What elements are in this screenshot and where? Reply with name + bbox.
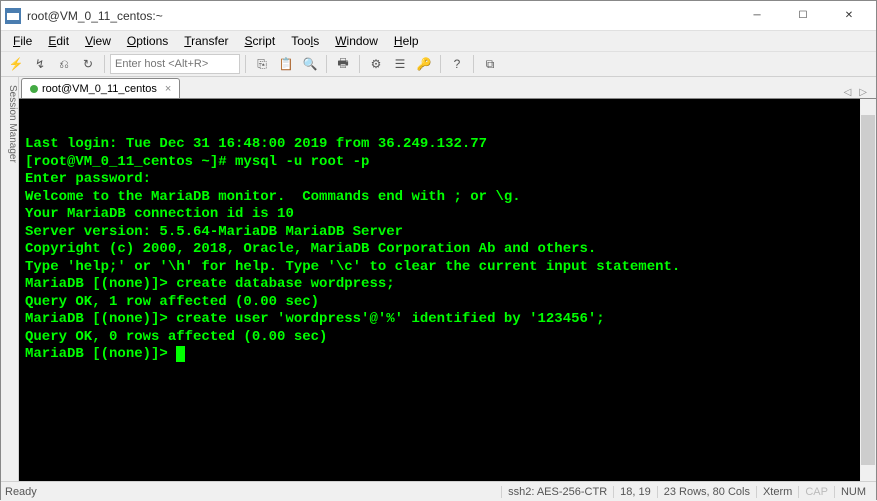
menubar: File Edit View Options Transfer Script T… bbox=[1, 31, 876, 51]
session-tab[interactable]: root@VM_0_11_centos × bbox=[21, 78, 180, 98]
status-ready: Ready bbox=[5, 486, 501, 498]
terminal[interactable]: Last login: Tue Dec 31 16:48:00 2019 fro… bbox=[19, 99, 876, 481]
separator bbox=[245, 55, 246, 73]
terminal-line: Your MariaDB connection id is 10 bbox=[25, 206, 870, 224]
tab-close-icon[interactable]: × bbox=[165, 83, 171, 95]
separator bbox=[104, 55, 105, 73]
tabbar: root@VM_0_11_centos × ◁ ▷ bbox=[19, 77, 876, 99]
status-position: 18, 19 bbox=[613, 486, 657, 498]
terminal-line: Query OK, 0 rows affected (0.00 sec) bbox=[25, 329, 870, 347]
separator bbox=[440, 55, 441, 73]
connect-icon[interactable]: ⚡ bbox=[5, 53, 27, 75]
terminal-line: Type 'help;' or '\h' for help. Type '\c'… bbox=[25, 259, 870, 277]
scrollbar-thumb[interactable] bbox=[861, 115, 875, 465]
close-button[interactable]: ✕ bbox=[826, 1, 872, 31]
minimize-button[interactable]: ─ bbox=[734, 1, 780, 31]
menu-tools[interactable]: Tools bbox=[283, 32, 327, 50]
session-manager-panel[interactable]: Session Manager bbox=[1, 77, 19, 481]
connected-indicator-icon bbox=[30, 85, 38, 93]
tab-label: root@VM_0_11_centos bbox=[42, 83, 157, 95]
tab-next-icon[interactable]: ▷ bbox=[856, 87, 870, 98]
disconnect-icon[interactable]: ⎌ bbox=[53, 53, 75, 75]
window-title: root@VM_0_11_centos:~ bbox=[27, 9, 734, 23]
maximize-button[interactable]: ☐ bbox=[780, 1, 826, 31]
print-icon[interactable]: 🖶 bbox=[332, 53, 354, 75]
status-caps: CAP bbox=[798, 486, 834, 498]
session-options-icon[interactable]: ☰ bbox=[389, 53, 411, 75]
menu-options[interactable]: Options bbox=[119, 32, 176, 50]
menu-transfer[interactable]: Transfer bbox=[176, 32, 236, 50]
help-icon[interactable]: ? bbox=[446, 53, 468, 75]
menu-help[interactable]: Help bbox=[386, 32, 427, 50]
status-term: Xterm bbox=[756, 486, 798, 498]
reconnect-icon[interactable]: ↻ bbox=[77, 53, 99, 75]
find-icon[interactable]: 🔍 bbox=[299, 53, 321, 75]
key-icon[interactable]: 🔑 bbox=[413, 53, 435, 75]
new-session-icon[interactable]: ⧉ bbox=[479, 53, 501, 75]
terminal-line: [root@VM_0_11_centos ~]# mysql -u root -… bbox=[25, 154, 870, 172]
terminal-line: Enter password: bbox=[25, 171, 870, 189]
settings-icon[interactable]: ⚙ bbox=[365, 53, 387, 75]
terminal-line: MariaDB [(none)]> create database wordpr… bbox=[25, 276, 870, 294]
terminal-line: MariaDB [(none)]> bbox=[25, 346, 870, 364]
separator bbox=[326, 55, 327, 73]
host-input[interactable] bbox=[110, 54, 240, 74]
scrollbar[interactable] bbox=[860, 99, 876, 481]
cursor bbox=[176, 346, 185, 362]
terminal-line: Server version: 5.5.64-MariaDB MariaDB S… bbox=[25, 224, 870, 242]
status-cipher: ssh2: AES-256-CTR bbox=[501, 486, 613, 498]
separator bbox=[473, 55, 474, 73]
toolbar: ⚡ ↯ ⎌ ↻ ⎘ 📋 🔍 🖶 ⚙ ☰ 🔑 ? ⧉ bbox=[1, 51, 876, 77]
separator bbox=[359, 55, 360, 73]
menu-script[interactable]: Script bbox=[237, 32, 284, 50]
status-num: NUM bbox=[834, 486, 872, 498]
menu-view[interactable]: View bbox=[77, 32, 119, 50]
menu-window[interactable]: Window bbox=[327, 32, 386, 50]
terminal-line: MariaDB [(none)]> create user 'wordpress… bbox=[25, 311, 870, 329]
menu-file[interactable]: File bbox=[5, 32, 40, 50]
tab-prev-icon[interactable]: ◁ bbox=[841, 87, 855, 98]
quick-connect-icon[interactable]: ↯ bbox=[29, 53, 51, 75]
status-size: 23 Rows, 80 Cols bbox=[657, 486, 756, 498]
terminal-line: Last login: Tue Dec 31 16:48:00 2019 fro… bbox=[25, 136, 870, 154]
copy-icon[interactable]: ⎘ bbox=[251, 53, 273, 75]
menu-edit[interactable]: Edit bbox=[40, 32, 77, 50]
titlebar: root@VM_0_11_centos:~ ─ ☐ ✕ bbox=[1, 1, 876, 31]
terminal-line: Welcome to the MariaDB monitor. Commands… bbox=[25, 189, 870, 207]
terminal-line: Copyright (c) 2000, 2018, Oracle, MariaD… bbox=[25, 241, 870, 259]
paste-icon[interactable]: 📋 bbox=[275, 53, 297, 75]
terminal-line: Query OK, 1 row affected (0.00 sec) bbox=[25, 294, 870, 312]
statusbar: Ready ssh2: AES-256-CTR 18, 19 23 Rows, … bbox=[1, 481, 876, 501]
app-icon bbox=[5, 8, 21, 24]
